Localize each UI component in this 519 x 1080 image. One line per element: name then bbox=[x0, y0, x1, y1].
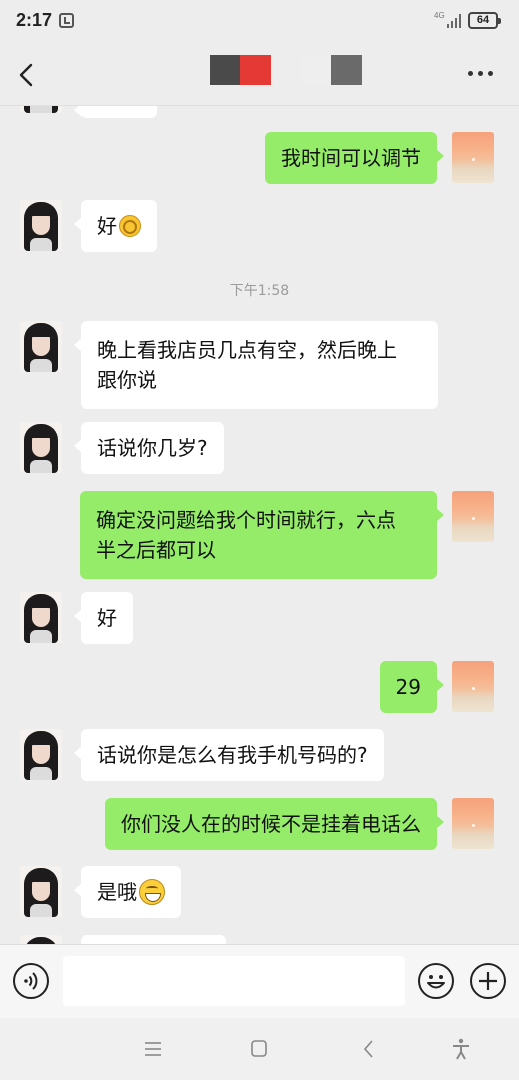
message-text: 我时间可以调节 bbox=[281, 146, 421, 170]
message-text: 话说你几岁? bbox=[97, 436, 208, 460]
my-avatar[interactable] bbox=[452, 132, 494, 183]
my-avatar[interactable] bbox=[452, 491, 494, 542]
my-avatar[interactable] bbox=[452, 798, 494, 849]
calendar-notification-icon bbox=[59, 13, 74, 28]
message-bubble-incoming[interactable]: 好 bbox=[74, 200, 157, 252]
accessibility-icon[interactable] bbox=[449, 1038, 473, 1060]
message-bubble-incoming[interactable]: 是哦 bbox=[74, 866, 181, 918]
network-type: 4G bbox=[434, 11, 445, 20]
contact-avatar[interactable] bbox=[20, 321, 62, 372]
message-text: 29 bbox=[395, 675, 421, 699]
chevron-left-icon[interactable] bbox=[12, 58, 46, 92]
message-timestamp: 下午1:58 bbox=[229, 283, 290, 299]
menu-icon[interactable] bbox=[141, 1038, 165, 1060]
plus-icon[interactable] bbox=[470, 963, 506, 999]
message-text: 话说你是怎么有我手机号码的? bbox=[97, 743, 368, 767]
contact-avatar[interactable] bbox=[20, 592, 62, 643]
message-bubble-outgoing[interactable]: 29 bbox=[379, 661, 445, 713]
contact-avatar[interactable] bbox=[20, 422, 62, 473]
message-bubble-incoming[interactable]: 话说你是怎么有我手机号码的? bbox=[74, 729, 384, 781]
ok-hand-emoji-icon bbox=[119, 215, 141, 237]
input-bar bbox=[0, 944, 519, 1018]
message-bubble-incoming[interactable]: 好 bbox=[74, 592, 133, 644]
grin-emoji-icon bbox=[139, 879, 165, 905]
contact-name-redacted bbox=[210, 55, 370, 85]
message-input[interactable] bbox=[63, 956, 405, 1006]
message-text: 好 bbox=[97, 606, 117, 630]
contact-avatar[interactable] bbox=[20, 106, 62, 113]
home-icon[interactable] bbox=[247, 1038, 271, 1060]
message-text-line: 确定没问题给我个时间就行，六点 bbox=[96, 508, 396, 532]
message-text: 你们没人在的时候不是挂着电话么 bbox=[121, 812, 421, 836]
status-time: 2:17 bbox=[16, 10, 53, 30]
system-navigation-bar bbox=[0, 1018, 519, 1080]
status-bar: 2:17 4G 64 bbox=[0, 0, 519, 44]
message-bubble-outgoing[interactable]: 你们没人在的时候不是挂着电话么 bbox=[105, 798, 444, 850]
message-bubble-incoming[interactable] bbox=[74, 106, 157, 118]
contact-avatar[interactable] bbox=[20, 729, 62, 780]
message-bubble-incoming[interactable]: 晚上看我店员几点有空，然后晚上 跟你说 bbox=[74, 321, 438, 409]
message-bubble-outgoing[interactable]: 我时间可以调节 bbox=[265, 132, 444, 184]
battery-icon: 64 bbox=[468, 12, 501, 29]
emoji-icon[interactable] bbox=[418, 963, 454, 999]
voice-icon[interactable] bbox=[13, 963, 49, 999]
contact-avatar[interactable] bbox=[20, 866, 62, 917]
more-dots-icon[interactable] bbox=[468, 71, 496, 81]
message-text: 好 bbox=[97, 214, 117, 238]
back-icon[interactable] bbox=[357, 1038, 381, 1060]
my-avatar[interactable] bbox=[452, 661, 494, 712]
message-text: 是哦 bbox=[97, 880, 137, 904]
contact-avatar[interactable] bbox=[20, 935, 62, 944]
message-bubble-outgoing[interactable]: 确定没问题给我个时间就行，六点 半之后都可以 bbox=[80, 491, 444, 579]
message-bubble-incoming[interactable]: 话说你几岁? bbox=[74, 422, 224, 474]
chat-header bbox=[0, 44, 519, 106]
contact-avatar[interactable] bbox=[20, 200, 62, 251]
message-text-line: 晚上看我店员几点有空，然后晚上 bbox=[97, 338, 397, 362]
message-text-line: 半之后都可以 bbox=[96, 538, 216, 562]
message-bubble-incoming[interactable] bbox=[81, 935, 226, 944]
signal-icon bbox=[447, 14, 463, 28]
message-text-line: 跟你说 bbox=[97, 368, 157, 392]
chat-list[interactable]: 我时间可以调节 好 下午1:58 晚上看我店员几点有空，然后晚上 跟你说 话说你… bbox=[0, 106, 519, 944]
